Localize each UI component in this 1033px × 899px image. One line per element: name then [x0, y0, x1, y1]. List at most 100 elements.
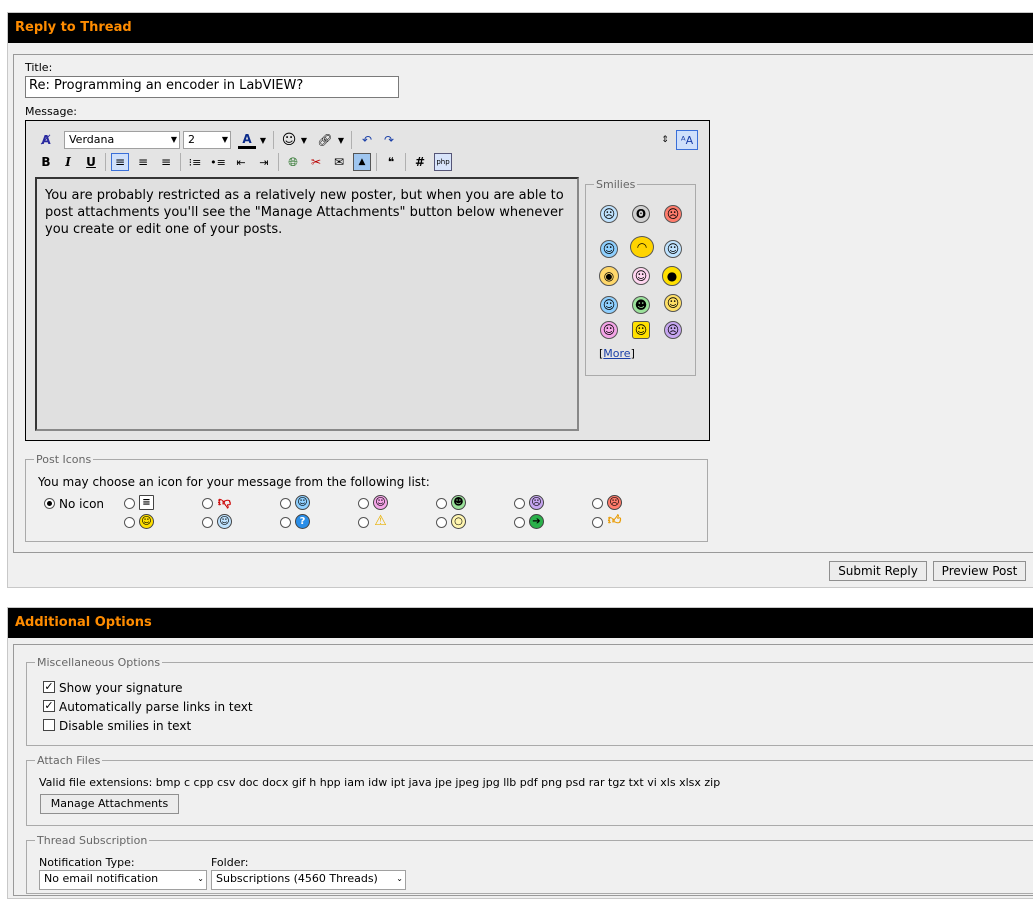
- post-icon-radio[interactable]: [124, 498, 135, 509]
- happy-smiley-icon[interactable]: ☺: [600, 321, 618, 339]
- question-icon: ?: [295, 514, 310, 529]
- document-icon: ≡: [139, 495, 154, 510]
- post-icons-intro: You may choose an icon for your message …: [38, 475, 430, 489]
- post-icon-radio[interactable]: [436, 517, 447, 528]
- post-icon-radio[interactable]: [202, 498, 213, 509]
- indent-icon[interactable]: ⇥: [255, 153, 273, 171]
- preview-post-button[interactable]: Preview Post: [933, 561, 1026, 581]
- attach-files-legend: Attach Files: [37, 754, 101, 767]
- font-size-value: 2: [188, 133, 195, 146]
- parse-links-checkbox[interactable]: ✓: [43, 700, 55, 712]
- title-input[interactable]: Re: Programming an encoder in LabVIEW?: [25, 76, 399, 98]
- grin-smiley-icon[interactable]: ☻: [632, 296, 650, 314]
- attach-files-box: Attach Files: [26, 754, 1033, 826]
- additional-options-header: Additional Options: [8, 608, 1033, 638]
- bulleted-list-icon[interactable]: •≡: [209, 153, 227, 171]
- post-icon-radio[interactable]: [124, 517, 135, 528]
- glasses-smiley-icon[interactable]: ◉: [599, 266, 619, 286]
- post-icon-radio[interactable]: [514, 517, 525, 528]
- post-icon-radio[interactable]: [202, 517, 213, 528]
- no-icon-radio[interactable]: [44, 498, 55, 509]
- notification-type-label: Notification Type:: [39, 856, 135, 869]
- chevron-down-icon[interactable]: ▼: [299, 131, 309, 149]
- undo-icon[interactable]: ↶: [358, 131, 376, 149]
- align-left-icon[interactable]: ≡: [111, 153, 129, 171]
- chevron-down-icon[interactable]: ▼: [258, 131, 268, 149]
- message-label: Message:: [25, 105, 77, 118]
- post-icon-radio[interactable]: [358, 517, 369, 528]
- align-right-icon[interactable]: ≡: [157, 153, 175, 171]
- remove-format-icon[interactable]: A̸: [37, 131, 55, 149]
- email-link-icon[interactable]: ✉: [330, 153, 348, 171]
- show-signature-checkbox[interactable]: ✓: [43, 681, 55, 693]
- chevron-down-icon: ⌄: [396, 874, 403, 883]
- sad-smiley-icon: ☹: [529, 495, 544, 510]
- folder-select[interactable]: Subscriptions (4560 Threads) ⌄: [211, 870, 406, 890]
- message-textarea[interactable]: You are probably restricted as a relativ…: [35, 177, 579, 431]
- shocked-smiley-icon[interactable]: ☺: [664, 294, 682, 312]
- pirate-smiley-icon[interactable]: ●: [662, 266, 682, 286]
- toolbar-separator: [273, 131, 274, 149]
- redo-icon[interactable]: ↷: [380, 131, 398, 149]
- post-icon-radio[interactable]: [592, 498, 603, 509]
- chevron-down-icon[interactable]: ▼: [336, 131, 346, 149]
- resize-arrows-icon[interactable]: ⇕: [656, 131, 674, 149]
- remove-link-icon[interactable]: ✂: [307, 153, 325, 171]
- post-icon-radio[interactable]: [592, 517, 603, 528]
- post-icon-radio[interactable]: [280, 498, 291, 509]
- quote-icon[interactable]: ❝: [382, 153, 400, 171]
- post-icon-radio[interactable]: [280, 517, 291, 528]
- smile-smiley-icon: ☺: [139, 514, 154, 529]
- attachment-icon[interactable]: 🔗︎: [316, 131, 334, 149]
- code-hash-icon[interactable]: #: [411, 153, 429, 171]
- post-icon-radio[interactable]: [358, 498, 369, 509]
- numbered-list-icon[interactable]: ⁝≡: [186, 153, 204, 171]
- valid-extensions-text: Valid file extensions: bmp c cpp csv doc…: [39, 776, 721, 789]
- tongue-smiley-icon[interactable]: ☺: [632, 267, 650, 285]
- chevron-down-icon: ▼: [221, 135, 228, 144]
- toolbar-separator: [180, 153, 181, 171]
- switch-editor-mode-icon[interactable]: ᴬA: [676, 130, 698, 150]
- notification-type-value: No email notification: [44, 872, 159, 885]
- folder-label: Folder:: [211, 856, 249, 869]
- post-icon-radio[interactable]: [436, 498, 447, 509]
- font-color-icon[interactable]: A: [238, 131, 256, 149]
- sad-smiley-icon[interactable]: ☹: [664, 321, 682, 339]
- toolbar-separator: [376, 153, 377, 171]
- folder-value: Subscriptions (4560 Threads): [216, 872, 378, 885]
- eek-smiley-icon[interactable]: ʘ: [632, 205, 650, 223]
- insert-link-icon[interactable]: 🌐︎: [284, 153, 302, 171]
- disable-smilies-checkbox[interactable]: [43, 719, 55, 731]
- square-smiley-icon[interactable]: ☺: [632, 321, 650, 339]
- bold-icon[interactable]: B: [37, 153, 55, 171]
- cool-smiley-icon[interactable]: ☺: [664, 240, 682, 258]
- misc-options-legend: Miscellaneous Options: [37, 656, 161, 669]
- thumbs-up-icon: 👍︎: [607, 513, 622, 528]
- font-size-select[interactable]: 2 ▼: [183, 131, 231, 149]
- smile-smiley-icon[interactable]: ☺: [600, 296, 618, 314]
- biggrin-smiley-icon[interactable]: ◠: [630, 236, 654, 258]
- wink-smiley-icon[interactable]: ☺: [600, 240, 618, 258]
- notification-type-select[interactable]: No email notification ⌄: [39, 870, 207, 890]
- mad-smiley-icon[interactable]: ☹: [664, 205, 682, 223]
- confused-smiley-icon[interactable]: ☹: [600, 205, 618, 223]
- insert-image-icon[interactable]: ▲: [353, 153, 371, 171]
- chevron-down-icon: ▼: [170, 135, 177, 144]
- manage-attachments-button[interactable]: Manage Attachments: [40, 794, 179, 814]
- outdent-icon[interactable]: ⇤: [232, 153, 250, 171]
- wink-smiley-icon: ☺: [295, 495, 310, 510]
- warning-icon: ⚠: [374, 512, 387, 529]
- italic-icon[interactable]: I: [59, 153, 77, 171]
- post-icon-radio[interactable]: [514, 498, 525, 509]
- submit-reply-button[interactable]: Submit Reply: [829, 561, 927, 581]
- font-name-select[interactable]: Verdana ▼: [64, 131, 180, 149]
- underline-icon[interactable]: U: [82, 153, 100, 171]
- show-signature-label: Show your signature: [59, 681, 183, 695]
- php-code-icon[interactable]: php: [434, 153, 452, 171]
- disable-smilies-label: Disable smilies in text: [59, 719, 192, 733]
- more-smilies-link[interactable]: [More]: [599, 347, 635, 360]
- mad-smiley-icon: ☹: [607, 495, 622, 510]
- cool-smiley-icon: ☺: [217, 514, 232, 529]
- align-center-icon[interactable]: ≡: [134, 153, 152, 171]
- smiley-insert-icon[interactable]: ☺: [280, 131, 298, 149]
